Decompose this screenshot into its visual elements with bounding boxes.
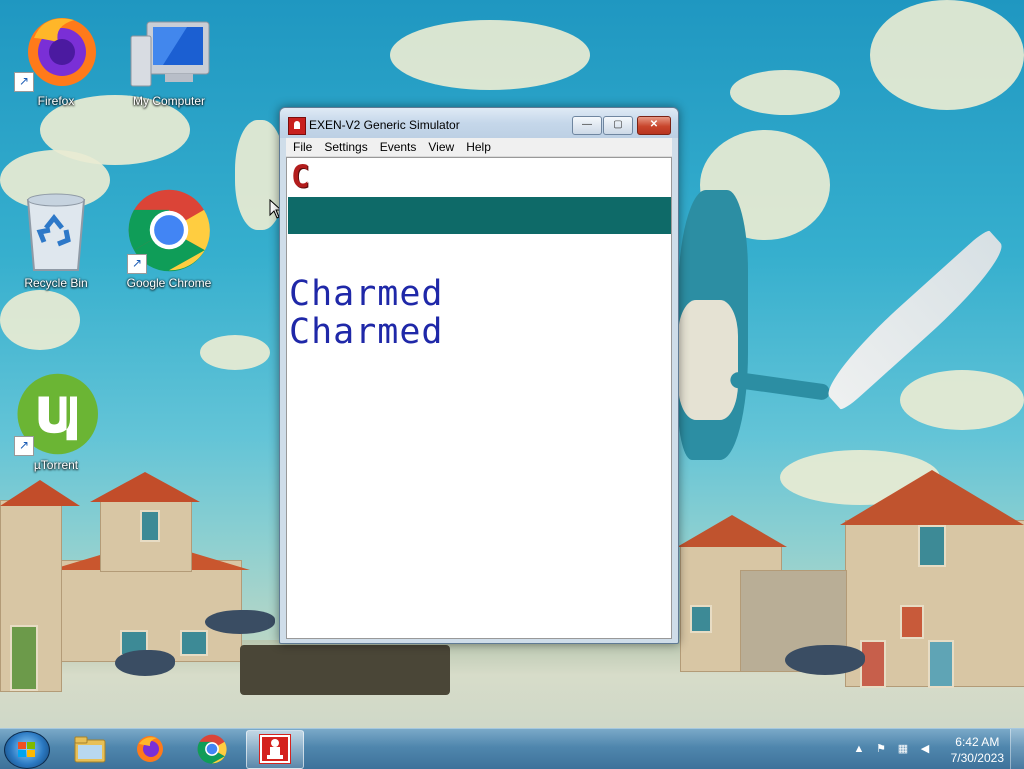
exen-app-icon	[288, 117, 306, 135]
painting-figure-body	[678, 300, 738, 420]
computer-icon	[127, 8, 211, 92]
desktop-icon-label: Google Chrome	[126, 276, 212, 290]
taskbar-chrome-button[interactable]	[184, 730, 240, 767]
screen-text-line-1: Charmed	[289, 274, 444, 314]
menu-help[interactable]: Help	[460, 138, 497, 156]
chrome-icon: ↗	[127, 189, 211, 274]
desktop-icon-google-chrome[interactable]: ↗ Google Chrome	[121, 189, 217, 290]
menu-view[interactable]: View	[422, 138, 460, 156]
stone-base	[240, 645, 450, 695]
screen-text-line-2: Charmed	[289, 312, 444, 352]
chrome-icon	[197, 734, 227, 764]
clock-date: 7/30/2023	[950, 751, 1004, 765]
shortcut-arrow-icon: ↗	[14, 72, 34, 92]
app-logo-glyph: C	[291, 159, 310, 195]
shortcut-arrow-icon: ↗	[127, 254, 147, 274]
close-button[interactable]: ✕	[637, 116, 671, 135]
simulator-screen[interactable]: C Charmed Charmed	[286, 157, 672, 639]
desktop-icon-label: My Computer	[132, 94, 206, 108]
firefox-icon	[137, 736, 163, 762]
taskbar-explorer-button[interactable]	[62, 730, 118, 767]
window-title: EXEN-V2 Generic Simulator	[309, 118, 460, 132]
house-roof	[0, 480, 80, 506]
house-roof	[840, 470, 1024, 525]
taskbar: ▲ ⚑ ▦ ◀ 6:42 AM 7/30/2023	[0, 728, 1024, 769]
header-bar	[288, 197, 671, 234]
house	[60, 560, 242, 662]
menu-file[interactable]: File	[286, 138, 318, 156]
bird	[115, 650, 175, 676]
desktop-icon-my-computer[interactable]: My Computer	[121, 8, 217, 108]
recycle-bin-icon	[14, 190, 98, 274]
show-hidden-icons-arrow-icon[interactable]: ▲	[852, 742, 866, 756]
utorrent-icon: ↗	[14, 372, 98, 456]
minimize-button[interactable]: —	[572, 116, 602, 135]
volume-icon[interactable]: ◀	[918, 742, 932, 756]
cloud	[0, 290, 80, 350]
clock-time: 6:42 AM	[955, 735, 1000, 749]
desktop-icon-utorrent[interactable]: ↗ µTorrent	[8, 372, 104, 472]
window-shutter	[900, 605, 924, 639]
cloud	[390, 20, 590, 90]
house-roof	[677, 515, 787, 547]
window-shutter	[690, 605, 712, 633]
show-desktop-button[interactable]	[1010, 729, 1024, 769]
window-shutter	[918, 525, 946, 567]
taskbar-firefox-button[interactable]	[122, 730, 178, 767]
house-roof	[90, 472, 200, 502]
action-center-icon[interactable]: ⚑	[874, 742, 888, 756]
window-shutter	[180, 630, 208, 656]
cloud	[200, 335, 270, 370]
windows-logo-icon	[18, 742, 36, 758]
cloud	[870, 0, 1024, 110]
menu-bar: File Settings Events View Help	[286, 138, 672, 157]
cloud	[900, 370, 1024, 430]
firefox-icon: ↗	[14, 8, 98, 92]
menu-events[interactable]: Events	[374, 138, 423, 156]
bird	[785, 645, 865, 675]
desktop-icon-recycle-bin[interactable]: Recycle Bin	[8, 190, 104, 290]
door	[928, 640, 954, 688]
bird	[205, 610, 275, 634]
exen-app-icon	[259, 734, 291, 764]
door	[10, 625, 38, 691]
desktop-icon-label: µTorrent	[33, 458, 79, 472]
network-icon[interactable]: ▦	[896, 742, 910, 756]
simulator-window[interactable]: EXEN-V2 Generic Simulator — ▢ ✕ File Sett…	[279, 107, 679, 644]
door	[860, 640, 886, 688]
system-tray: ▲ ⚑ ▦ ◀ 6:42 AM 7/30/2023	[834, 729, 1024, 769]
window-shutter	[140, 510, 160, 542]
menu-settings[interactable]: Settings	[318, 138, 373, 156]
maximize-button[interactable]: ▢	[603, 116, 633, 135]
start-button[interactable]	[4, 731, 50, 769]
cloud	[730, 70, 840, 115]
taskbar-exen-simulator-button[interactable]	[246, 730, 304, 769]
folder-icon	[74, 736, 106, 763]
desktop-icon-label: Recycle Bin	[24, 276, 88, 290]
desktop-icon-label: Firefox	[37, 94, 75, 108]
desktop-icon-firefox[interactable]: ↗ Firefox	[8, 8, 104, 108]
taskbar-clock[interactable]: 6:42 AM 7/30/2023	[951, 734, 1004, 766]
window-titlebar[interactable]: EXEN-V2 Generic Simulator — ▢ ✕	[280, 108, 678, 138]
shortcut-arrow-icon: ↗	[14, 436, 34, 456]
